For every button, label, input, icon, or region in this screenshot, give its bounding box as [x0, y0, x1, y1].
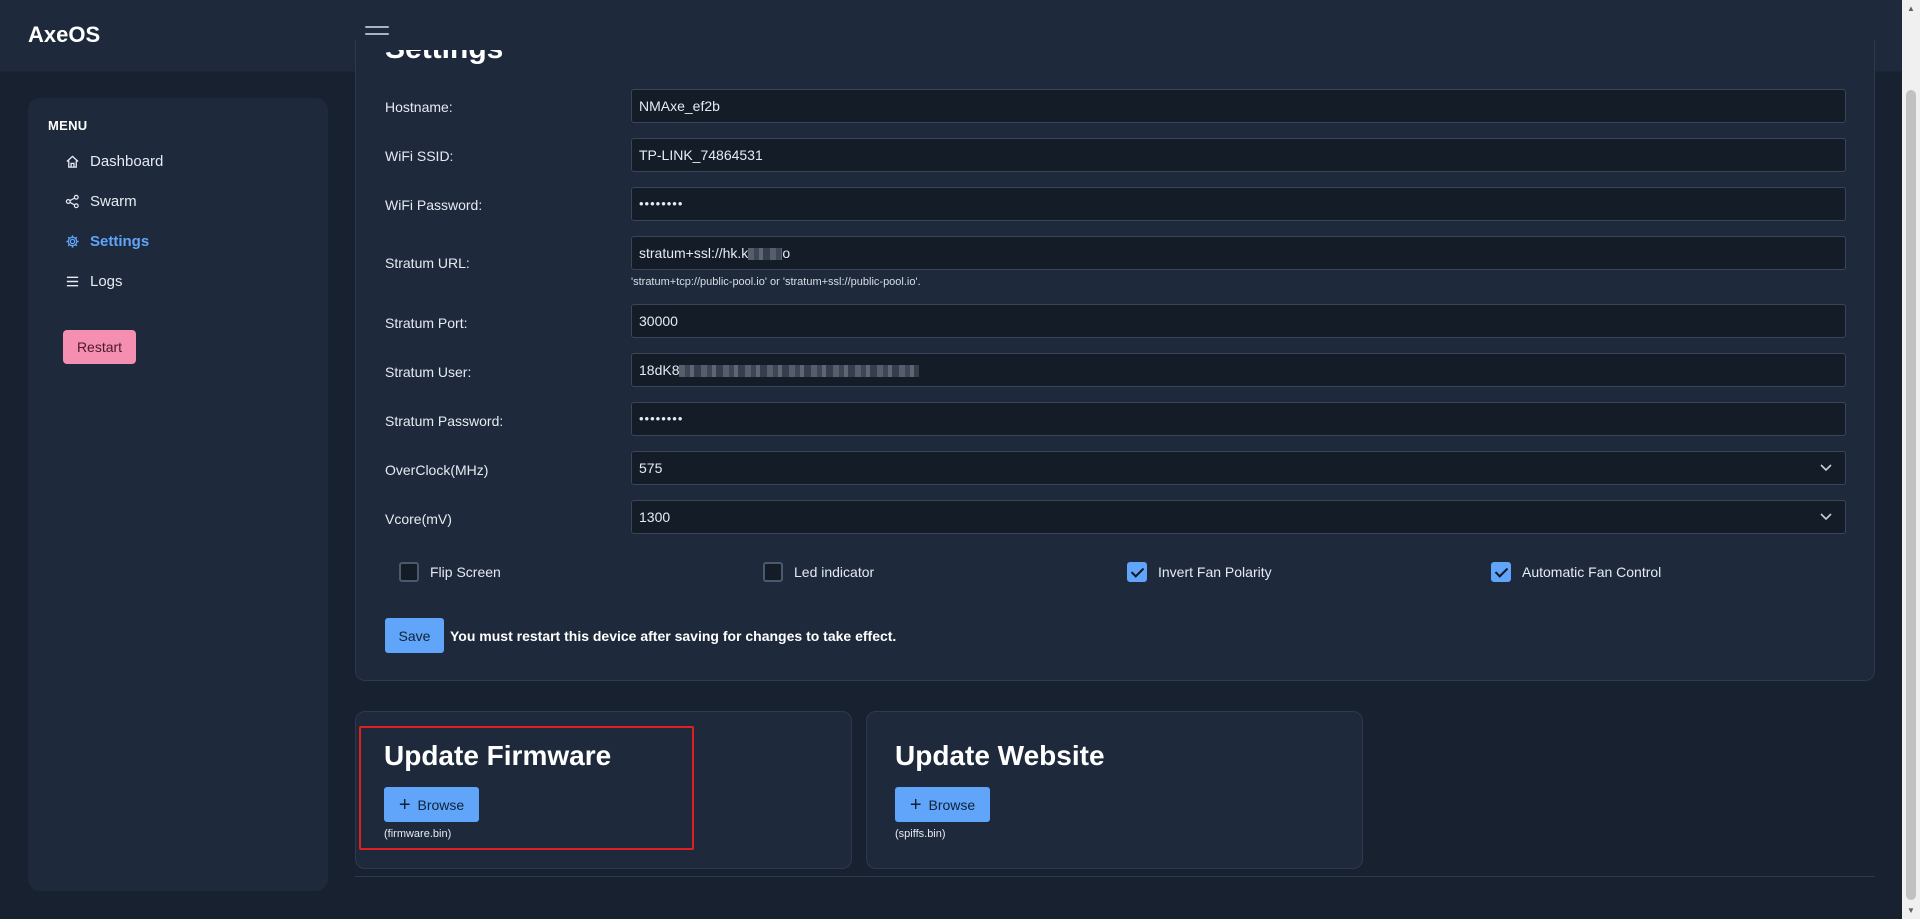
sidebar-item-label: Swarm [90, 192, 137, 210]
stratum-user-value: 18dK8 [639, 362, 680, 378]
automatic-fan-control-checkbox[interactable]: Automatic Fan Control [1491, 562, 1661, 582]
sidebar-item-logs[interactable]: Logs [64, 267, 123, 295]
website-file-hint: (spiffs.bin) [895, 828, 946, 840]
vcore-select[interactable]: 1300 [631, 500, 1846, 534]
wifi-ssid-label: WiFi SSID: [385, 148, 454, 164]
save-note: You must restart this device after savin… [450, 628, 897, 644]
overclock-value: 575 [639, 460, 663, 476]
sidebar-item-label: Settings [90, 232, 150, 250]
wifi-ssid-input[interactable]: TP-LINK_74864531 [631, 138, 1846, 172]
checkbox-box[interactable] [1491, 562, 1511, 582]
stratum-url-input[interactable]: stratum+ssl://hk.k o [631, 236, 1846, 270]
home-icon [64, 153, 80, 169]
highlight-annotation-box [359, 726, 694, 850]
overclock-select[interactable]: 575 [631, 451, 1846, 485]
flip-screen-checkbox[interactable]: Flip Screen [399, 562, 501, 582]
chevron-down-icon [1819, 452, 1833, 495]
list-icon [64, 273, 80, 289]
scroll-up-icon[interactable]: ▲ [1907, 4, 1915, 13]
stratum-password-input[interactable]: •••••••• [631, 402, 1846, 436]
share-icon [64, 193, 80, 209]
wifi-password-input[interactable]: •••••••• [631, 187, 1846, 221]
checkbox-box[interactable] [1127, 562, 1147, 582]
stratum-url-hint: 'stratum+tcp://public-pool.io' or 'strat… [631, 276, 921, 288]
hostname-label: Hostname: [385, 99, 453, 115]
browse-label: Browse [928, 796, 976, 813]
gear-icon [64, 233, 80, 249]
sidebar: MENU Dashboard Swarm Settings Logs Resta… [28, 98, 328, 891]
settings-heading: Settings [385, 50, 505, 72]
sidebar-item-dashboard[interactable]: Dashboard [64, 147, 163, 175]
stratum-url-tail: o [782, 245, 791, 261]
checkbox-label: Flip Screen [430, 564, 501, 580]
update-website-card: Update Website + Browse (spiffs.bin) [866, 711, 1363, 869]
stratum-user-input[interactable]: 18dK8 [631, 353, 1846, 387]
wifi-password-label: WiFi Password: [385, 197, 483, 213]
vcore-value: 1300 [639, 509, 671, 525]
stratum-url-value: stratum+ssl://hk.k [639, 245, 749, 261]
stratum-port-input[interactable]: 30000 [631, 304, 1846, 338]
chevron-down-icon [1819, 501, 1833, 544]
scrollbar-thumb[interactable] [1906, 90, 1916, 900]
plus-icon: + [909, 793, 922, 816]
sidebar-item-label: Dashboard [90, 152, 164, 170]
scroll-down-icon[interactable]: ▼ [1907, 906, 1915, 915]
stratum-password-label: Stratum Password: [385, 413, 504, 429]
checkbox-label: Automatic Fan Control [1522, 564, 1662, 580]
stratum-port-label: Stratum Port: [385, 315, 468, 331]
stratum-url-label: Stratum URL: [385, 255, 470, 271]
sidebar-item-label: Logs [90, 272, 123, 290]
redacted-blur [679, 365, 920, 378]
led-indicator-checkbox[interactable]: Led indicator [763, 562, 874, 582]
page-scrollbar[interactable]: ▲ ▼ [1902, 0, 1920, 919]
checkbox-label: Led indicator [794, 564, 875, 580]
sidebar-item-swarm[interactable]: Swarm [64, 187, 137, 215]
update-website-title: Update Website [895, 740, 1105, 771]
invert-fan-polarity-checkbox[interactable]: Invert Fan Polarity [1127, 562, 1272, 582]
stratum-user-label: Stratum User: [385, 364, 472, 380]
sidebar-item-settings[interactable]: Settings [64, 227, 149, 255]
redacted-blur [748, 248, 783, 261]
hostname-input[interactable]: NMAxe_ef2b [631, 89, 1846, 123]
save-button[interactable]: Save [385, 618, 444, 653]
vcore-label: Vcore(mV) [385, 511, 452, 527]
restart-button[interactable]: Restart [63, 330, 136, 364]
overclock-label: OverClock(MHz) [385, 462, 489, 478]
app-brand[interactable]: AxeOS [28, 22, 100, 48]
divider [355, 876, 1875, 877]
menu-title: MENU [48, 118, 88, 133]
checkbox-box[interactable] [399, 562, 419, 582]
checkbox-label: Invert Fan Polarity [1158, 564, 1272, 580]
checkbox-box[interactable] [763, 562, 783, 582]
browse-website-button[interactable]: + Browse [895, 787, 990, 822]
